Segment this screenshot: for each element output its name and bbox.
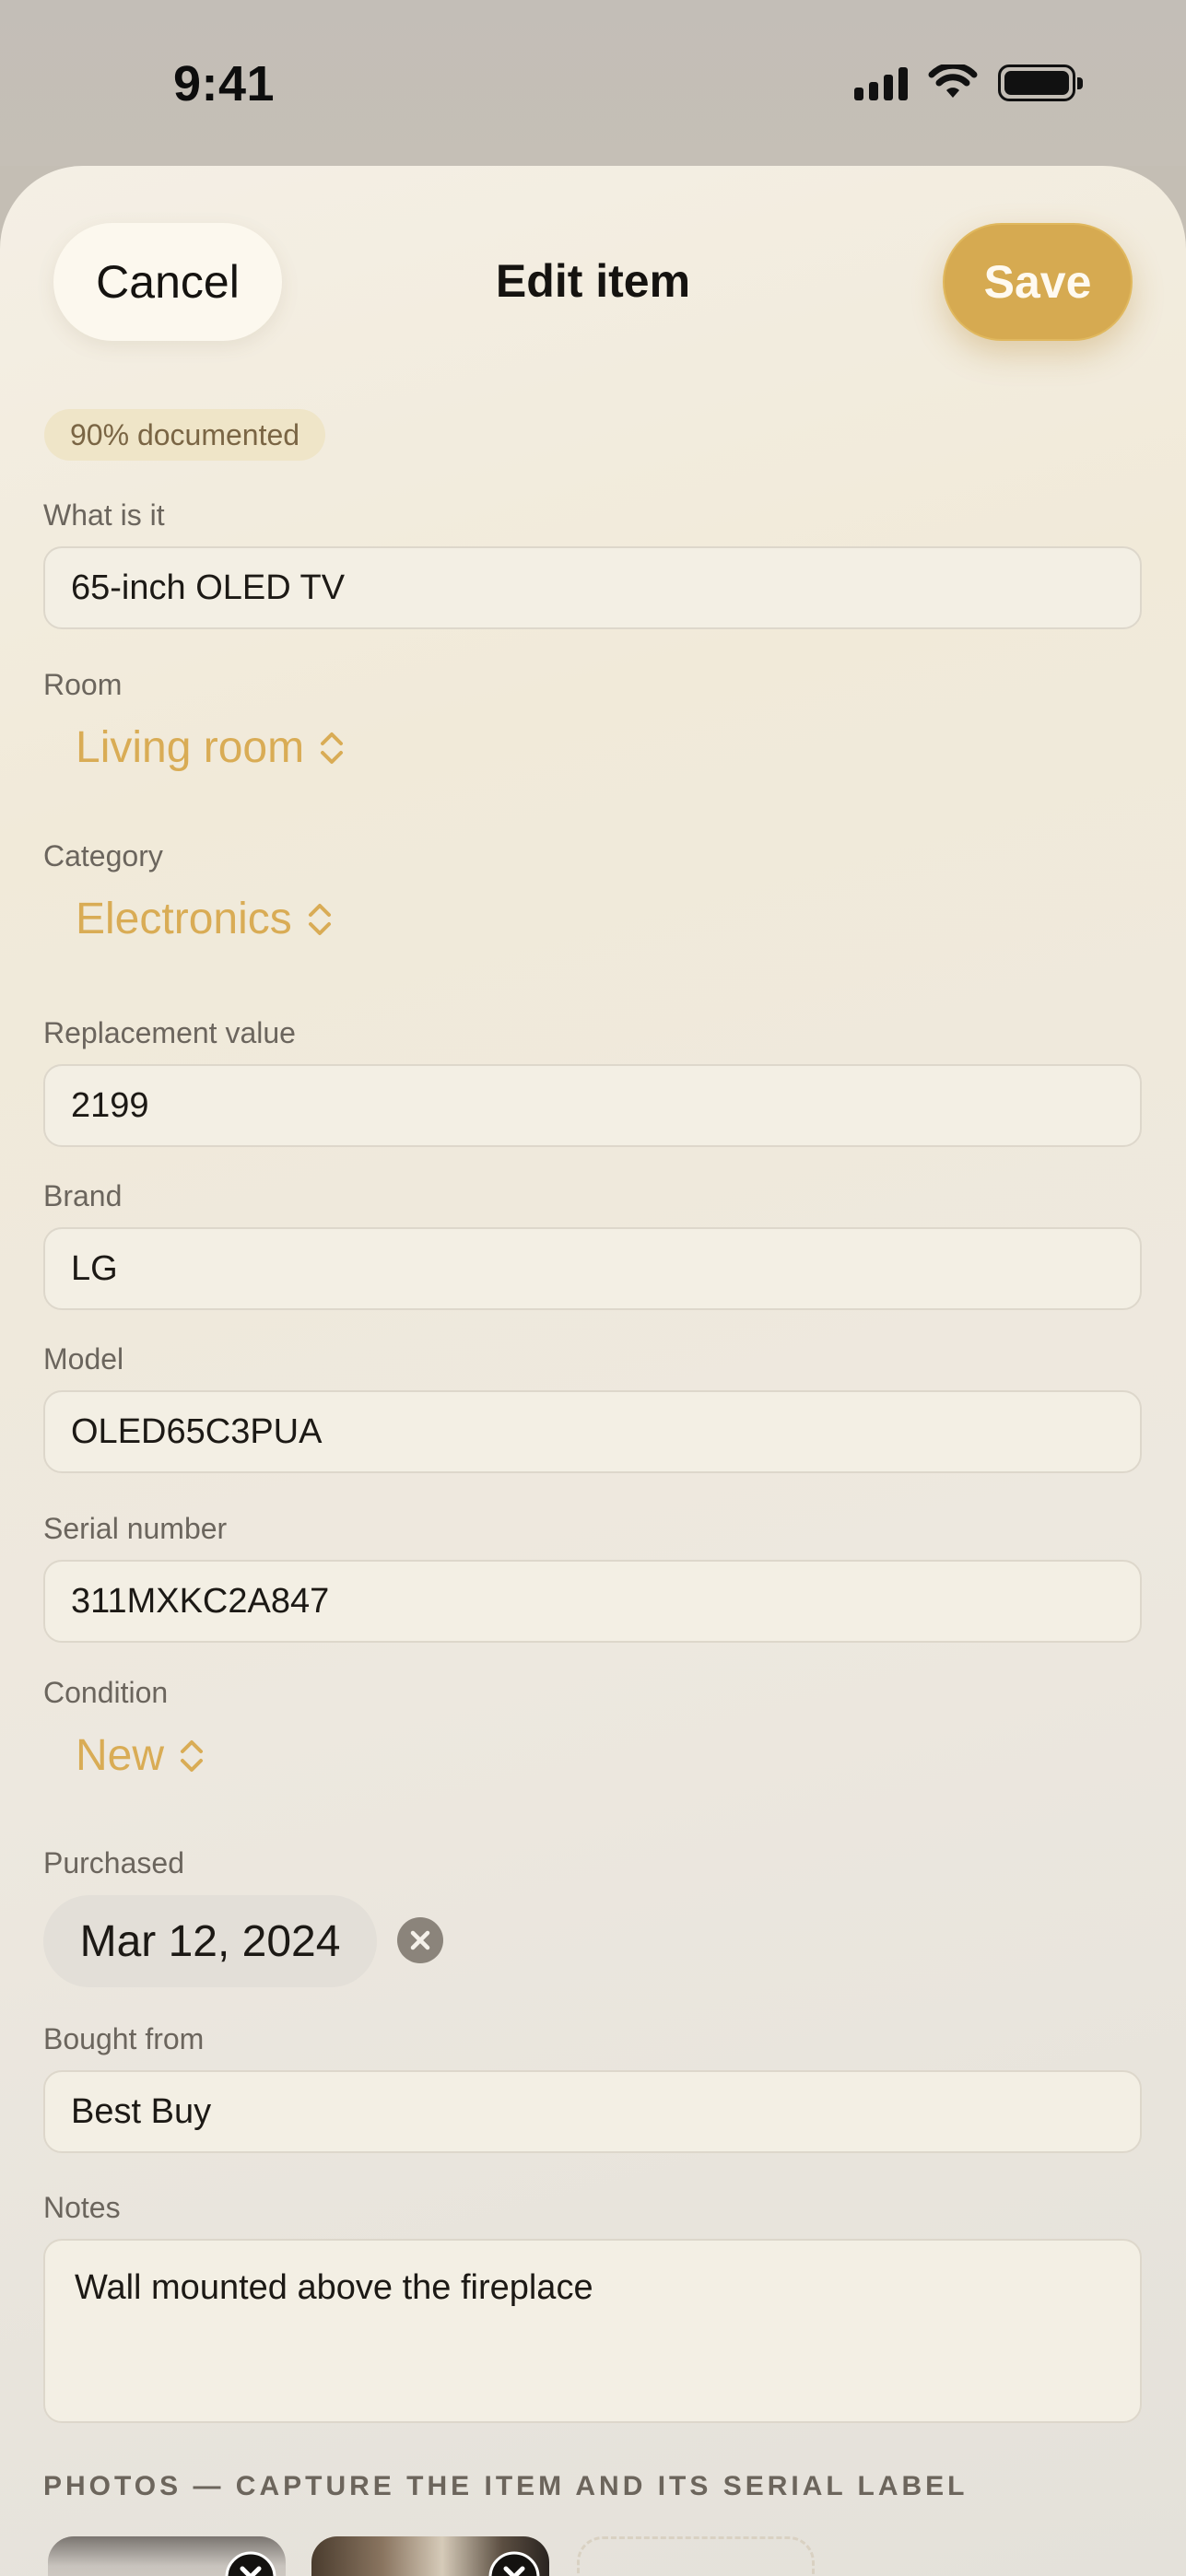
bought-from-label: Bought from (43, 2022, 205, 2055)
status-bar: 9:41 (0, 0, 1186, 166)
cellular-signal-icon (854, 65, 908, 100)
model-label: Model (43, 1342, 124, 1376)
status-icons (854, 64, 1083, 101)
notes-label: Notes (43, 2191, 121, 2224)
remove-photo-icon[interactable] (488, 2551, 540, 2576)
cancel-button[interactable]: Cancel (53, 223, 282, 341)
what-field[interactable]: 65-inch OLED TV (43, 546, 1142, 629)
condition-label: Condition (43, 1676, 169, 1709)
remove-photo-icon[interactable] (225, 2551, 276, 2576)
chevron-up-down-icon (321, 732, 344, 764)
status-time: 9:41 (173, 56, 276, 111)
replacement-value-field[interactable]: 2199 (43, 1064, 1142, 1147)
category-picker[interactable]: Electronics (76, 894, 335, 944)
edit-item-sheet: Cancel Edit item Save 90% documented Wha… (0, 166, 1186, 2576)
add-photo-button[interactable] (577, 2536, 815, 2576)
purchase-date-picker[interactable]: Mar 12, 2024 (43, 1895, 377, 1987)
room-picker-value: Living room (76, 723, 305, 772)
wifi-icon (928, 64, 978, 98)
room-label: Room (43, 668, 123, 701)
condition-picker[interactable]: New (76, 1730, 206, 1781)
bought-from-field[interactable]: Best Buy (43, 2070, 1142, 2153)
brand-field[interactable]: LG (43, 1227, 1142, 1310)
notes-textarea[interactable]: Wall mounted above the fireplace (43, 2239, 1142, 2423)
brand-label: Brand (43, 1179, 123, 1212)
room-picker[interactable]: Living room (76, 722, 346, 773)
clear-date-icon[interactable] (397, 1917, 443, 1963)
serial-number-field[interactable]: 311MXKC2A847 (43, 1560, 1142, 1643)
save-button[interactable]: Save (943, 223, 1133, 341)
nav-bar: Cancel Edit item Save (0, 221, 1186, 341)
photos-section-header: PHOTOS — CAPTURE THE ITEM AND ITS SERIAL… (43, 2471, 969, 2501)
serial-number-label: Serial number (43, 1512, 228, 1545)
category-label: Category (43, 839, 163, 872)
replacement-value-label: Replacement value (43, 1016, 296, 1049)
battery-icon (998, 64, 1083, 101)
what-label: What is it (43, 498, 165, 532)
documented-badge: 90% documented (44, 409, 326, 461)
chevron-up-down-icon (308, 903, 331, 935)
purchased-label: Purchased (43, 1846, 184, 1879)
model-field[interactable]: OLED65C3PUA (43, 1390, 1142, 1473)
condition-picker-value: New (76, 1731, 165, 1780)
category-picker-value: Electronics (76, 895, 292, 943)
chevron-up-down-icon (181, 1739, 204, 1772)
